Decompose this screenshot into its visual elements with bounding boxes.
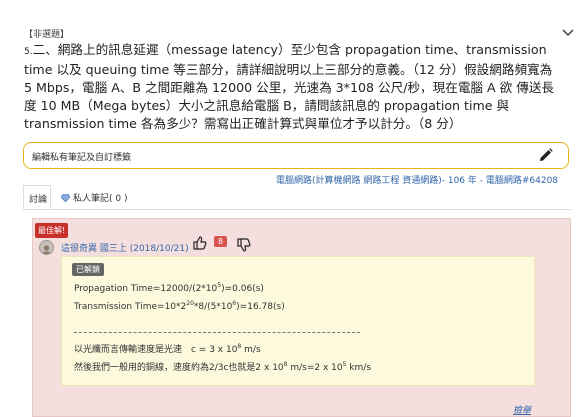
best-answer-card: 最佳解! 這很奇異 國三上 (2018/10/21) 8 已解鎖 Propaga… xyxy=(32,218,571,417)
answer-line-propagation: Propagation Time=12000/(2*105)=0.06(s) xyxy=(74,282,264,294)
like-count: 8 xyxy=(214,236,228,247)
answer-line-copper: 然後我們一般用的銅線，速度約為2/3c也就是2 x 108 m/s=2 x 10… xyxy=(74,361,372,373)
report-link[interactable]: 檢舉 xyxy=(513,403,531,416)
tab-private-notes-label: 私人筆記( 0 ) xyxy=(73,194,128,204)
avatar[interactable] xyxy=(39,240,54,255)
thumbs-down-icon[interactable] xyxy=(237,238,251,252)
tab-private-notes[interactable]: 私人筆記( 0 ) xyxy=(61,191,127,204)
divider xyxy=(74,332,360,333)
tab-bar: 討論 私人筆記( 0 ) xyxy=(23,185,571,210)
solved-badge: 已解鎖 xyxy=(72,263,104,276)
private-note-bar[interactable]: 編輯私有筆記及自訂標籤 xyxy=(23,142,569,169)
pencil-icon[interactable] xyxy=(537,147,554,164)
question-body: 二、網路上的訊息延遲（message latency）至少包含 propagat… xyxy=(24,42,555,131)
answer-body: 已解鎖 Propagation Time=12000/(2*105)=0.06(… xyxy=(61,256,535,386)
question-number: 5. xyxy=(24,47,33,57)
thumbs-up-icon[interactable] xyxy=(193,236,207,250)
note-placeholder: 編輯私有筆記及自訂標籤 xyxy=(32,153,132,163)
best-answer-badge: 最佳解! xyxy=(35,223,69,238)
question-tag: 【非選題】 xyxy=(24,30,70,40)
question-text: 5.二、網路上的訊息延遲（message latency）至少包含 propag… xyxy=(24,41,554,133)
answer-line-transmission: Transmission Time=10*220*8/(5*106)=16.78… xyxy=(74,300,285,312)
chevron-down-icon[interactable] xyxy=(560,24,576,40)
tab-discussion[interactable]: 討論 xyxy=(23,185,51,209)
answer-line-light-speed: 以光纖而言傳輸速度是光速 c = 3 x 108 m/s xyxy=(74,343,261,355)
tab-discussion-label: 討論 xyxy=(29,195,48,205)
answer-author[interactable]: 這很奇異 國三上 (2018/10/21) xyxy=(61,241,189,254)
gem-icon xyxy=(61,193,70,202)
